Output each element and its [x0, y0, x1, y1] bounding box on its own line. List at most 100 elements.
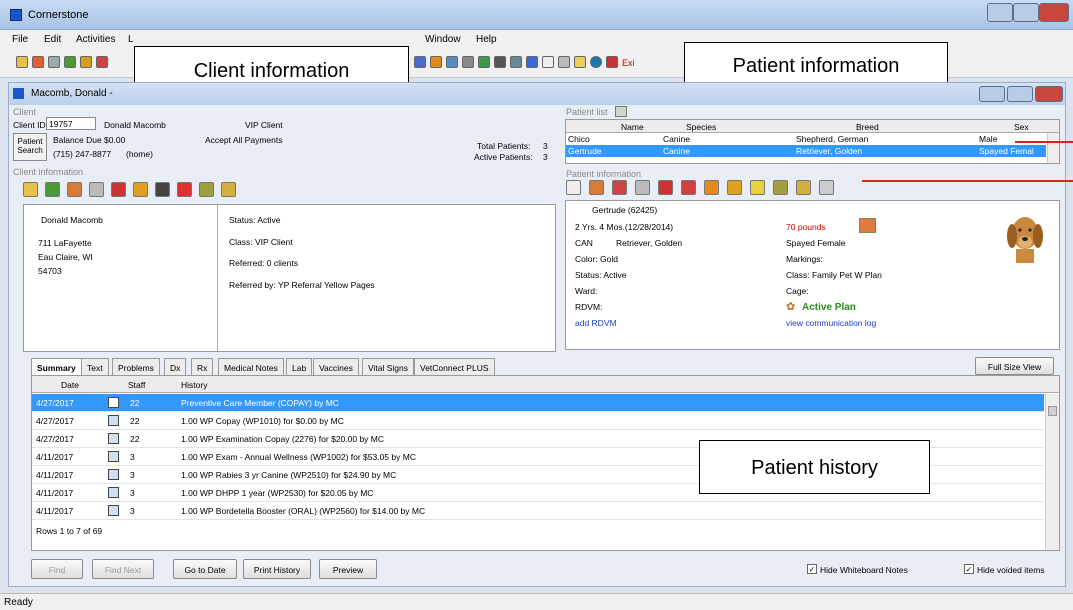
lab-icon[interactable] [526, 56, 538, 68]
client-window: Macomb, Donald - Client Client ID: 19757… [8, 82, 1066, 587]
flag-icon[interactable] [414, 56, 426, 68]
child-restore-button[interactable] [1007, 86, 1033, 102]
communication-log-link[interactable]: view communication log [786, 318, 876, 328]
client-address-line2: Eau Claire, WI [38, 252, 93, 262]
document-icon[interactable] [446, 56, 458, 68]
minimize-button[interactable] [987, 3, 1013, 22]
history-row[interactable]: 4/11/2017 3 1.00 WP Bordetella Booster (… [32, 502, 1044, 520]
go-to-date-button[interactable]: Go to Date [173, 559, 237, 579]
client-icon[interactable] [16, 56, 28, 68]
client-address-line1: 711 LaFayette [38, 238, 92, 248]
photo-tab-icon[interactable] [796, 180, 811, 195]
clipboard-icon[interactable] [558, 56, 570, 68]
list-icon[interactable] [606, 56, 618, 68]
preview-button[interactable]: Preview [319, 559, 377, 579]
hide-voided-label: Hide voided items [977, 565, 1045, 575]
search-icon[interactable] [542, 56, 554, 68]
full-size-view-button[interactable]: Full Size View [975, 357, 1054, 375]
medical-record-icon [108, 433, 119, 444]
tab-text[interactable]: Text [81, 358, 109, 375]
document-tab-icon[interactable] [133, 182, 148, 197]
report-icon[interactable] [510, 56, 522, 68]
alert-tab-icon[interactable] [750, 180, 765, 195]
weight-chart-icon[interactable] [859, 218, 876, 233]
history-tab-icon[interactable] [773, 180, 788, 195]
tab-dx[interactable]: Dx [164, 358, 187, 375]
window-title: Cornerstone [28, 9, 89, 21]
notes-icon[interactable] [96, 56, 108, 68]
tab-lab[interactable]: Lab [286, 358, 313, 375]
tab-vaccines[interactable]: Vaccines [313, 358, 359, 375]
reminder-tab-icon[interactable] [589, 180, 604, 195]
find-next-button[interactable]: Find Next [92, 559, 154, 579]
chart-tab-icon[interactable] [704, 180, 719, 195]
patient-row-selected[interactable]: Gertrude Canine Retriever, Golden Spayed… [566, 145, 1046, 157]
history-text: 1.00 WP Exam - Annual Wellness (WP1002) … [181, 452, 416, 462]
menu-file[interactable]: File [12, 34, 28, 45]
check-in-icon[interactable] [48, 56, 60, 68]
history-scrollbar[interactable] [1045, 394, 1059, 550]
find-button[interactable]: Find [31, 559, 83, 579]
menu-l[interactable]: L [128, 34, 134, 45]
child-close-button[interactable] [1035, 86, 1063, 102]
menu-edit[interactable]: Edit [44, 34, 61, 45]
patient-list-toggle-icon[interactable] [615, 106, 627, 117]
vaccine-tab-icon[interactable] [612, 180, 627, 195]
tab-problems[interactable]: Problems [112, 358, 160, 375]
tab-medical-notes[interactable]: Medical Notes [218, 358, 284, 375]
menu-help[interactable]: Help [476, 34, 497, 45]
dollar-icon[interactable] [64, 56, 76, 68]
history-row[interactable]: 4/27/2017 22 1.00 WP Copay (WP1010) for … [32, 412, 1044, 430]
print-history-button[interactable]: Print History [243, 559, 311, 579]
tab-rx[interactable]: Rx [191, 358, 214, 375]
notes-tab-icon[interactable] [89, 182, 104, 197]
patient-search-button[interactable]: Patient Search [13, 133, 47, 161]
scrollbar-thumb[interactable] [1048, 406, 1057, 416]
patient-list-scrollbar[interactable] [1047, 133, 1059, 163]
photo-tab-icon[interactable] [221, 182, 236, 197]
account-tab-icon[interactable] [45, 182, 60, 197]
patient-icon[interactable] [32, 56, 44, 68]
client-tab-icon[interactable] [23, 182, 38, 197]
child-minimize-button[interactable] [979, 86, 1005, 102]
patient-breed: Shepherd, German [796, 134, 869, 144]
menu-activities[interactable]: Activities [76, 34, 115, 45]
alert-tab-icon[interactable] [177, 182, 192, 197]
medical-record-icon [108, 469, 119, 480]
tab-summary[interactable]: Summary [31, 358, 82, 375]
tab-vital-signs[interactable]: Vital Signs [362, 358, 415, 375]
whiteboard-icon[interactable] [478, 56, 490, 68]
tab-vetconnect-plus[interactable]: VetConnect PLUS [414, 358, 495, 375]
patient-name-id: Gertrude (62425) [592, 205, 658, 215]
patient-tab-icon[interactable] [566, 180, 581, 195]
add-rdvm-link[interactable]: add RDVM [575, 318, 617, 328]
history-date: 4/27/2017 [36, 416, 74, 426]
home-tab-icon[interactable] [658, 180, 673, 195]
reminder-tab-icon[interactable] [67, 182, 82, 197]
chart-icon[interactable] [430, 56, 442, 68]
globe-icon[interactable] [590, 56, 602, 68]
help-icon[interactable] [574, 56, 586, 68]
hide-whiteboard-checkbox[interactable]: ✓ [807, 564, 817, 574]
patient-row[interactable]: Chico Canine Shepherd, German Male [566, 133, 1046, 145]
invoice-icon[interactable] [80, 56, 92, 68]
document-tab-icon[interactable] [727, 180, 742, 195]
weight-tab-icon[interactable] [819, 180, 834, 195]
history-tab-icon[interactable] [199, 182, 214, 197]
referral-tab-icon[interactable] [155, 182, 170, 197]
menu-window[interactable]: Window [425, 34, 461, 45]
notes-tab-icon[interactable] [635, 180, 650, 195]
maximize-button[interactable] [1013, 3, 1039, 22]
hide-voided-checkbox[interactable]: ✓ [964, 564, 974, 574]
history-date: 4/11/2017 [36, 470, 74, 480]
close-button[interactable] [1039, 3, 1069, 22]
medical-record-icon [108, 415, 119, 426]
patient-breed: Retriever, Golden [796, 146, 863, 156]
client-id-field[interactable]: 19757 [46, 117, 96, 130]
exit-label[interactable]: Exi [622, 58, 635, 68]
history-row[interactable]: 4/27/2017 22 Preventive Care Member (COP… [32, 394, 1044, 412]
calendar-icon[interactable] [462, 56, 474, 68]
print-icon[interactable] [494, 56, 506, 68]
home-tab-icon[interactable] [111, 182, 126, 197]
flag-tab-icon[interactable] [681, 180, 696, 195]
